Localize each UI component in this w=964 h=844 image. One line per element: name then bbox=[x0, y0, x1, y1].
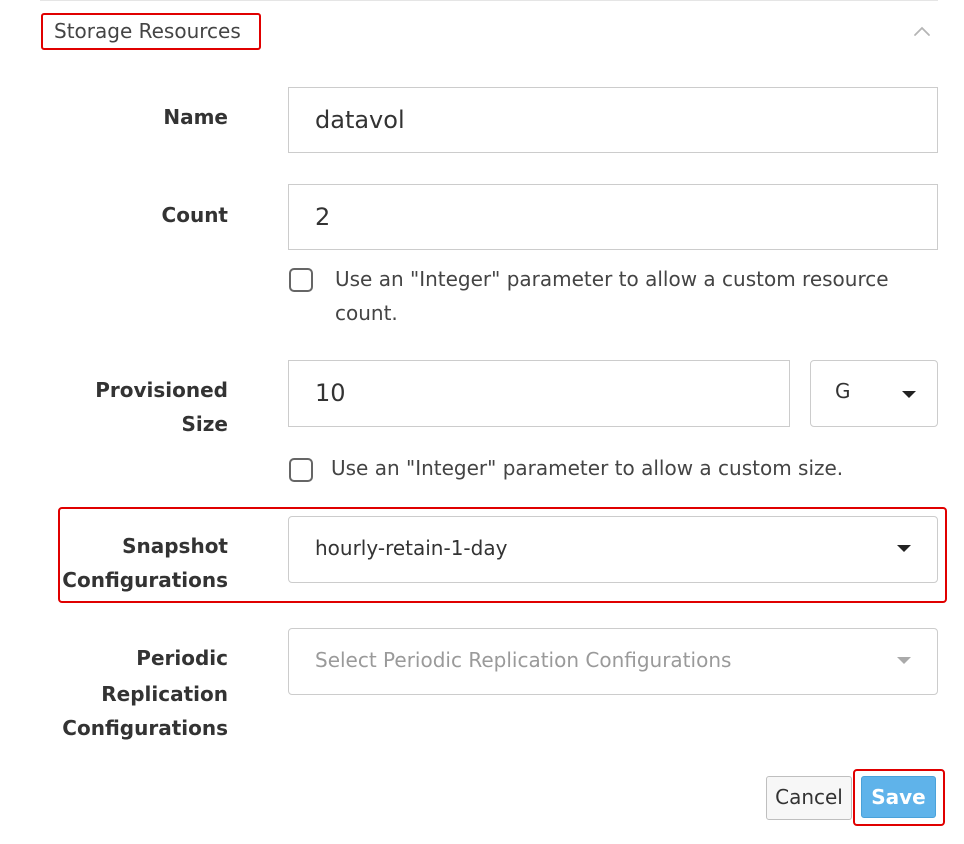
chevron-down-icon[interactable] bbox=[902, 391, 916, 398]
provisioned-size-label-line2: Size bbox=[181, 412, 228, 436]
size-parameter-label: Use an "Integer" parameter to allow a cu… bbox=[331, 456, 844, 480]
snapshot-label-line2: Configurations bbox=[62, 568, 228, 592]
section-title[interactable]: Storage Resources bbox=[41, 13, 261, 50]
save-button[interactable]: Save bbox=[861, 776, 936, 818]
name-label: Name bbox=[163, 105, 228, 129]
provisioned-size-label-line1: Provisioned bbox=[95, 378, 228, 402]
chevron-down-icon[interactable] bbox=[897, 657, 911, 664]
periodic-replication-select[interactable]: Select Periodic Replication Configuratio… bbox=[288, 628, 938, 695]
provisioned-size-input[interactable]: 10 bbox=[288, 360, 790, 427]
storage-resources-panel: Storage Resources Name datavol Count 2 U… bbox=[0, 0, 964, 844]
name-input[interactable]: datavol bbox=[288, 87, 938, 153]
snapshot-configurations-select[interactable]: hourly-retain-1-day bbox=[288, 516, 938, 583]
replication-label-line1: Periodic bbox=[136, 646, 228, 670]
periodic-replication-placeholder: Select Periodic Replication Configuratio… bbox=[315, 648, 732, 672]
size-unit-select[interactable]: G bbox=[810, 360, 938, 427]
snapshot-configurations-value: hourly-retain-1-day bbox=[315, 536, 508, 560]
replication-label-line3: Configurations bbox=[62, 716, 228, 740]
size-parameter-checkbox[interactable] bbox=[289, 458, 313, 482]
chevron-down-icon[interactable] bbox=[897, 545, 911, 552]
count-parameter-checkbox[interactable] bbox=[289, 268, 313, 292]
count-parameter-label: Use an "Integer" parameter to allow a cu… bbox=[335, 267, 889, 325]
count-label: Count bbox=[161, 203, 228, 227]
cancel-button[interactable]: Cancel bbox=[766, 776, 852, 820]
chevron-up-icon[interactable] bbox=[912, 22, 932, 42]
top-divider bbox=[40, 0, 938, 1]
snapshot-label-line1: Snapshot bbox=[122, 534, 228, 558]
replication-label-line2: Replication bbox=[101, 682, 228, 706]
count-input[interactable]: 2 bbox=[288, 184, 938, 250]
size-unit-value: G bbox=[835, 379, 851, 403]
